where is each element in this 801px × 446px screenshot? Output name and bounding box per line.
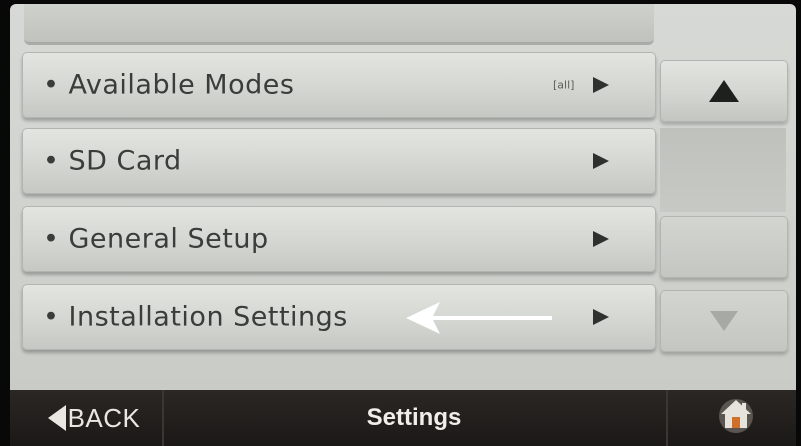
scroll-up-button[interactable] <box>660 60 788 122</box>
mode-badge: [all] <box>553 78 575 92</box>
menu-item-label: • Installation Settings <box>43 301 348 333</box>
back-arrow-icon <box>47 405 66 431</box>
chevron-right-icon <box>593 231 609 247</box>
menu-item-label: • SD Card <box>43 145 182 177</box>
triangle-down-icon <box>710 311 738 331</box>
chevron-right-icon <box>593 153 609 169</box>
menu-item-installation-settings[interactable]: • Installation Settings <box>22 284 656 350</box>
scroll-track <box>660 128 786 212</box>
menu-item-sd-card[interactable]: • SD Card <box>22 128 656 194</box>
menu-item-available-modes[interactable]: • Available Modes [all] <box>22 52 656 118</box>
back-button[interactable]: BACK <box>26 390 164 446</box>
scroll-thumb[interactable] <box>660 216 788 278</box>
chevron-right-icon <box>593 77 609 93</box>
triangle-up-icon <box>709 80 739 102</box>
previous-menu-item-partial[interactable] <box>24 4 654 45</box>
scroll-down-button[interactable] <box>660 290 788 352</box>
back-label: BACK <box>67 402 141 433</box>
menu-item-label: • General Setup <box>43 223 269 255</box>
footer-bar: BACK Settings <box>10 390 796 446</box>
home-icon <box>719 399 753 433</box>
home-button[interactable] <box>666 390 796 446</box>
annotation-arrow-icon <box>406 302 552 334</box>
page-title: Settings <box>366 404 462 431</box>
menu-item-general-setup[interactable]: • General Setup <box>22 206 656 272</box>
chevron-right-icon <box>593 309 609 325</box>
thermostat-screen: • Available Modes [all] • SD Card • Gene… <box>10 4 796 446</box>
menu-item-label: • Available Modes <box>43 69 295 101</box>
